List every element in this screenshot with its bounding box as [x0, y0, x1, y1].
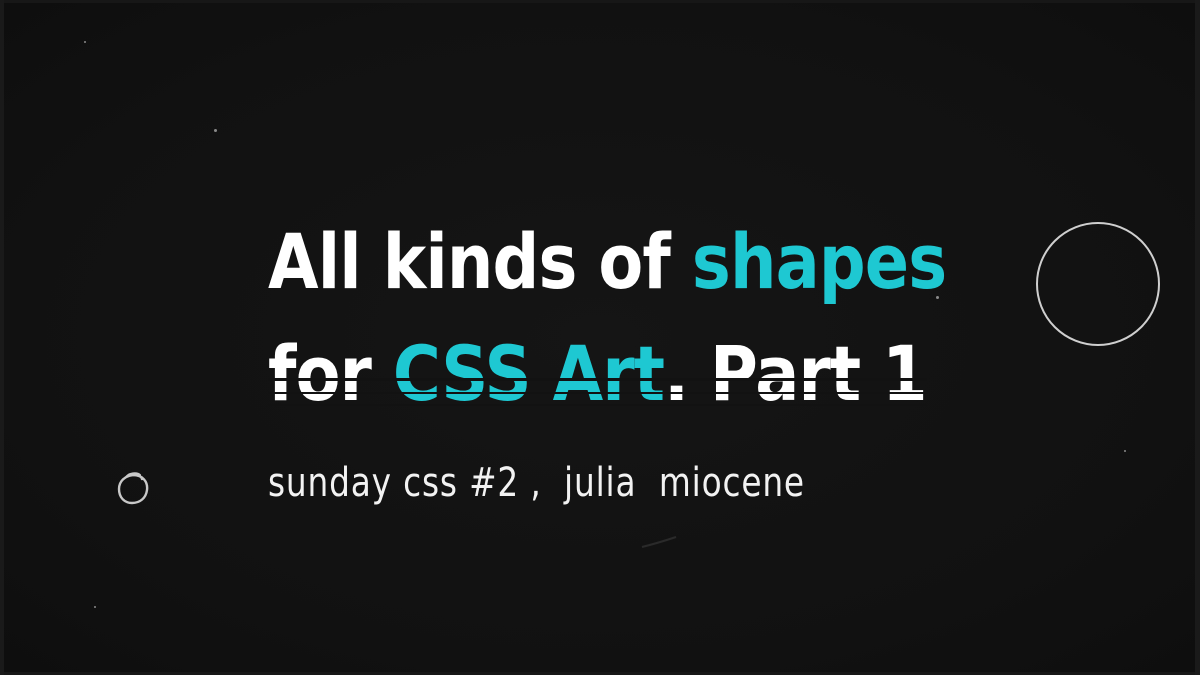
slide-subtitle: sunday css #2 , julia miocene	[268, 460, 805, 506]
glitch-stripe	[268, 392, 927, 394]
dust-speck	[94, 606, 96, 608]
title-line-2: for CSS Art. Part 1	[268, 318, 928, 430]
dust-speck	[84, 41, 86, 43]
slide-title: All kinds of shapes for CSS Art. Part 1	[268, 206, 947, 430]
film-edge-right	[1195, 0, 1200, 675]
glitch-stripe	[268, 404, 927, 406]
slide-canvas: All kinds of shapes for CSS Art. Part 1 …	[0, 0, 1200, 675]
title-line-2-glitch-wrap: for CSS Art. Part 1	[268, 318, 928, 430]
title-text: All kinds of	[268, 217, 692, 306]
title-accent-shapes: shapes	[691, 217, 947, 306]
dust-speck	[214, 129, 217, 132]
scribbled-circle-icon	[117, 472, 149, 505]
film-edge-top	[0, 0, 1200, 3]
glitch-stripe	[268, 378, 927, 381]
dust-speck	[1124, 450, 1126, 452]
circle-outline-icon	[1036, 222, 1160, 346]
scratch-mark	[641, 536, 677, 548]
title-line-1: All kinds of shapes	[268, 206, 947, 318]
film-edge-left	[0, 0, 4, 675]
